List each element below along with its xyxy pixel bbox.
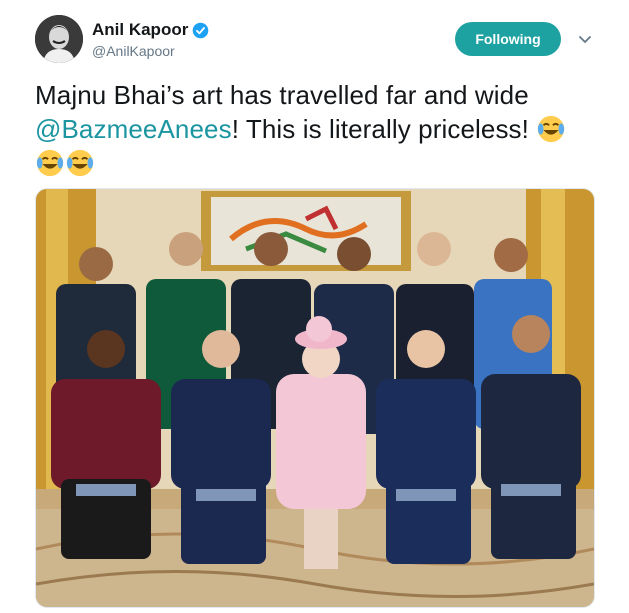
author-display-name[interactable]: Anil Kapoor [92,20,188,40]
tweet-text-part2: ! This is literally priceless! [231,114,529,144]
following-button[interactable]: Following [455,22,561,56]
author-handle[interactable]: @AnilKapoor [92,43,175,59]
tweet-photo[interactable] [35,188,595,608]
avatar[interactable] [35,15,83,63]
mention-link[interactable]: @BazmeeAnees [35,114,232,144]
chevron-down-icon[interactable] [577,31,593,47]
tweet-text-part1: Majnu Bhai’s art has travelled far and w… [35,80,529,110]
tweet-text: Majnu Bhai’s art has travelled far and w… [35,78,595,180]
tweet-card: Anil Kapoor @AnilKapoor Following Majnu … [0,0,629,613]
laughing-tears-emoji-icon [36,149,64,177]
verified-badge-icon [193,22,209,38]
group-photo-image [36,189,594,607]
laughing-tears-emoji-icon [66,149,94,177]
author-name-row: Anil Kapoor [92,20,209,40]
laughing-tears-emoji-icon [538,115,565,143]
